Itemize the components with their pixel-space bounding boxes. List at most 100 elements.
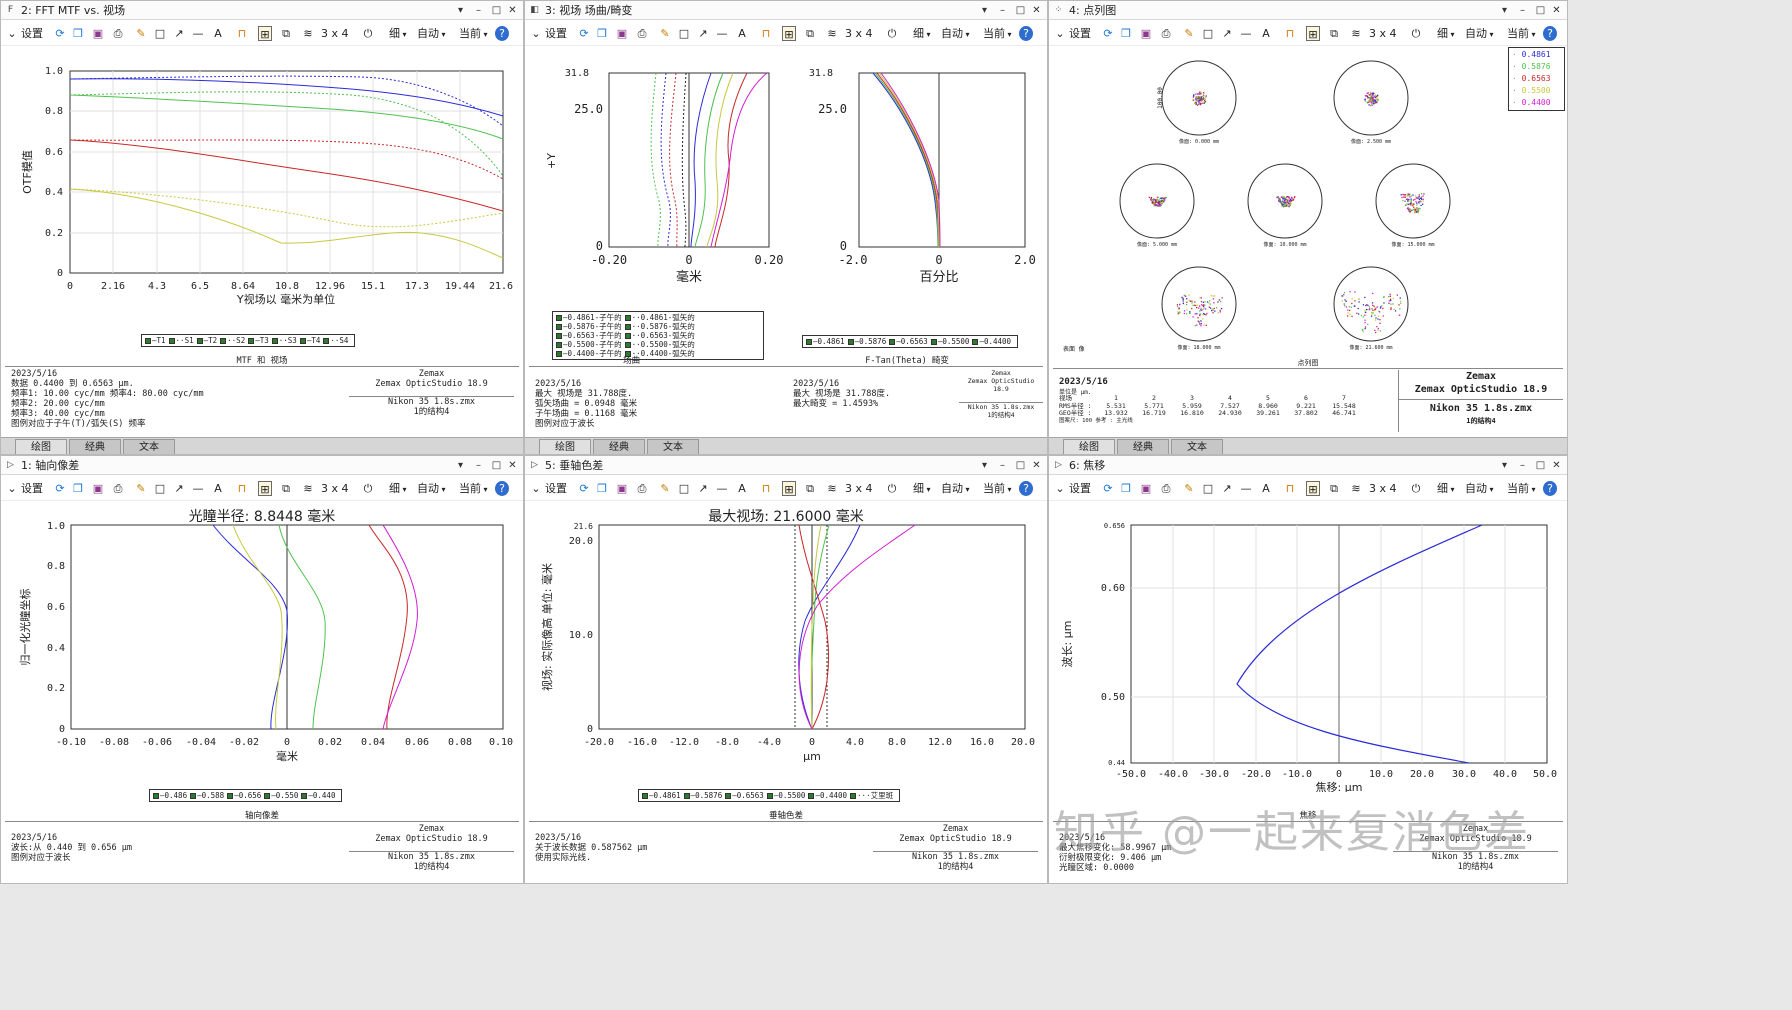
lock-icon[interactable]: ⊓	[759, 481, 773, 496]
window-titlebar[interactable]: F 2: FFT MTF vs. 视场 ▾ – □ ✕	[1, 1, 523, 20]
text-icon[interactable]: A	[735, 481, 749, 496]
window-titlebar[interactable]: ⁘ 4: 点列图 ▾ – □ ✕	[1049, 1, 1567, 20]
power-icon[interactable]: ⏻	[1409, 26, 1423, 41]
close-icon[interactable]: ✕	[504, 1, 521, 20]
current-dropdown[interactable]: 当前 ▾	[459, 481, 488, 496]
dropdown-icon[interactable]: ▾	[452, 456, 469, 475]
save-icon[interactable]: ▣	[615, 26, 629, 41]
save-icon[interactable]: ▣	[1139, 26, 1153, 41]
close-icon[interactable]: ✕	[504, 456, 521, 475]
fit-icon[interactable]: ⊞	[1306, 26, 1320, 41]
rectangle-icon[interactable]: □	[1201, 481, 1215, 496]
window-layout-icon[interactable]: ⧉	[1327, 26, 1341, 41]
auto-dropdown[interactable]: 自动 ▾	[417, 481, 446, 496]
copy-icon[interactable]: ❐	[1119, 26, 1133, 41]
line-icon[interactable]: —	[191, 481, 205, 496]
settings-button[interactable]: 设置	[21, 481, 43, 496]
save-icon[interactable]: ▣	[91, 26, 105, 41]
current-dropdown[interactable]: 当前 ▾	[983, 26, 1012, 41]
close-icon[interactable]: ✕	[1548, 456, 1565, 475]
refresh-icon[interactable]: ⟳	[577, 481, 591, 496]
current-dropdown[interactable]: 当前 ▾	[459, 26, 488, 41]
power-icon[interactable]: ⏻	[361, 26, 375, 41]
dropdown-icon[interactable]: ▾	[452, 1, 469, 20]
pencil-icon[interactable]: ✎	[658, 481, 672, 496]
line-icon[interactable]: —	[715, 26, 729, 41]
fit-icon[interactable]: ⊞	[1306, 481, 1320, 496]
power-icon[interactable]: ⏻	[361, 481, 375, 496]
minimize-icon[interactable]: –	[470, 456, 487, 475]
maximize-icon[interactable]: □	[488, 456, 505, 475]
pencil-icon[interactable]: ✎	[1182, 26, 1196, 41]
power-icon[interactable]: ⏻	[1409, 481, 1423, 496]
help-icon[interactable]: ?	[1019, 26, 1033, 41]
thin-dropdown[interactable]: 细 ▾	[913, 26, 931, 41]
fit-icon[interactable]: ⊞	[258, 481, 272, 496]
arrow-icon[interactable]: ↗	[172, 26, 186, 41]
pencil-icon[interactable]: ✎	[1182, 481, 1196, 496]
stack-icon[interactable]: ≋	[301, 481, 315, 496]
print-icon[interactable]: ⎙	[111, 26, 125, 41]
pencil-icon[interactable]: ✎	[134, 481, 148, 496]
print-icon[interactable]: ⎙	[111, 481, 125, 496]
copy-icon[interactable]: ❐	[595, 26, 609, 41]
stack-icon[interactable]: ≋	[301, 26, 315, 41]
rectangle-icon[interactable]: □	[153, 481, 167, 496]
tab-plot[interactable]: 绘图	[1063, 439, 1115, 454]
help-icon[interactable]: ?	[495, 26, 509, 41]
lock-icon[interactable]: ⊓	[759, 26, 773, 41]
fit-icon[interactable]: ⊞	[782, 481, 796, 496]
maximize-icon[interactable]: □	[1012, 456, 1029, 475]
help-icon[interactable]: ?	[495, 481, 509, 496]
layout-button[interactable]: 3 x 4	[845, 26, 873, 41]
tab-classic[interactable]: 经典	[1117, 439, 1169, 454]
auto-dropdown[interactable]: 自动 ▾	[941, 481, 970, 496]
print-icon[interactable]: ⎙	[1159, 481, 1173, 496]
thin-dropdown[interactable]: 细 ▾	[389, 26, 407, 41]
thin-dropdown[interactable]: 细 ▾	[913, 481, 931, 496]
print-icon[interactable]: ⎙	[635, 26, 649, 41]
save-icon[interactable]: ▣	[91, 481, 105, 496]
window-titlebar[interactable]: ◧ 3: 视场 场曲/畸变 ▾ – □ ✕	[525, 1, 1047, 20]
maximize-icon[interactable]: □	[1012, 1, 1029, 20]
current-dropdown[interactable]: 当前 ▾	[1507, 26, 1536, 41]
arrow-icon[interactable]: ↗	[696, 26, 710, 41]
pencil-icon[interactable]: ✎	[658, 26, 672, 41]
text-icon[interactable]: A	[211, 26, 225, 41]
help-icon[interactable]: ?	[1543, 26, 1557, 41]
layout-button[interactable]: 3 x 4	[321, 481, 349, 496]
settings-chevron-icon[interactable]: ⌄	[1053, 26, 1067, 41]
maximize-icon[interactable]: □	[1532, 1, 1549, 20]
refresh-icon[interactable]: ⟳	[577, 26, 591, 41]
arrow-icon[interactable]: ↗	[1220, 481, 1234, 496]
copy-icon[interactable]: ❐	[1119, 481, 1133, 496]
window-layout-icon[interactable]: ⧉	[803, 481, 817, 496]
settings-button[interactable]: 设置	[1069, 26, 1091, 41]
auto-dropdown[interactable]: 自动 ▾	[417, 26, 446, 41]
arrow-icon[interactable]: ↗	[172, 481, 186, 496]
maximize-icon[interactable]: □	[1532, 456, 1549, 475]
line-icon[interactable]: —	[1239, 26, 1253, 41]
rectangle-icon[interactable]: □	[677, 481, 691, 496]
tab-classic[interactable]: 经典	[69, 439, 121, 454]
settings-chevron-icon[interactable]: ⌄	[529, 481, 543, 496]
text-icon[interactable]: A	[1259, 481, 1273, 496]
tab-text[interactable]: 文本	[1171, 439, 1223, 454]
text-icon[interactable]: A	[735, 26, 749, 41]
dropdown-icon[interactable]: ▾	[1496, 456, 1513, 475]
lock-icon[interactable]: ⊓	[1283, 26, 1297, 41]
auto-dropdown[interactable]: 自动 ▾	[1465, 26, 1494, 41]
close-icon[interactable]: ✕	[1028, 1, 1045, 20]
minimize-icon[interactable]: –	[994, 1, 1011, 20]
lock-icon[interactable]: ⊓	[235, 26, 249, 41]
close-icon[interactable]: ✕	[1028, 456, 1045, 475]
rectangle-icon[interactable]: □	[677, 26, 691, 41]
help-icon[interactable]: ?	[1019, 481, 1033, 496]
close-icon[interactable]: ✕	[1548, 1, 1565, 20]
power-icon[interactable]: ⏻	[885, 26, 899, 41]
window-titlebar[interactable]: ▷ 5: 垂轴色差 ▾ – □ ✕	[525, 456, 1047, 475]
tab-plot[interactable]: 绘图	[539, 439, 591, 454]
settings-chevron-icon[interactable]: ⌄	[529, 26, 543, 41]
stack-icon[interactable]: ≋	[1349, 481, 1363, 496]
refresh-icon[interactable]: ⟳	[1101, 481, 1115, 496]
